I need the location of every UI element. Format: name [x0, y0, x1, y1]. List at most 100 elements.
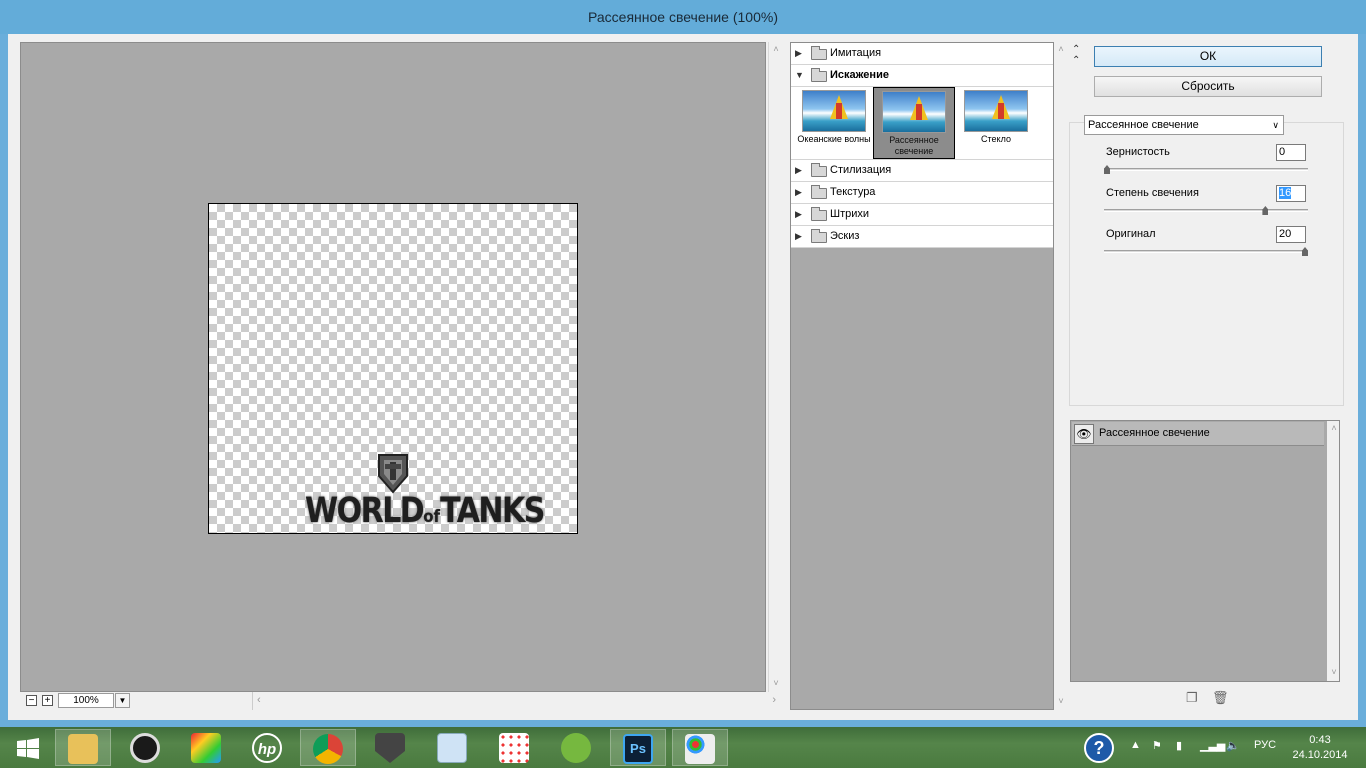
folder-icon [811, 229, 827, 243]
folder-icon [811, 163, 827, 177]
battery-icon[interactable]: ▮ [1176, 739, 1182, 752]
glow-amount-slider[interactable] [1104, 206, 1308, 215]
taskbar-world-of-tanks[interactable] [362, 729, 418, 766]
start-button[interactable] [0, 729, 56, 766]
action-center-flag-icon[interactable]: ⚑ [1152, 739, 1162, 752]
zoom-level-field[interactable]: 100% [58, 693, 114, 708]
thumbnail-image [882, 91, 946, 133]
collapse-triangle-icon[interactable]: ▼ [795, 65, 804, 86]
taskbar-paint[interactable] [672, 729, 728, 766]
clock-date: 24.10.2014 [1292, 749, 1348, 761]
graininess-slider[interactable] [1104, 165, 1308, 174]
thumb-ocean-ripple[interactable]: Океанские волны [793, 87, 875, 159]
preview-horizontal-scrollbar[interactable]: ‹ › [252, 692, 782, 710]
expand-triangle-icon[interactable]: ▶ [795, 182, 802, 203]
chrome-icon [313, 734, 343, 764]
category-stylize[interactable]: ▶ Стилизация [791, 160, 1053, 182]
folder-icon [811, 185, 827, 199]
collapse-gallery-icon[interactable]: ⌃ ⌃ [1072, 44, 1080, 66]
category-label: Искажение [830, 69, 889, 81]
new-effect-layer-icon[interactable]: ❐ [1186, 690, 1198, 706]
folder-icon [68, 734, 98, 764]
reset-button[interactable]: Сбросить [1094, 76, 1322, 97]
ok-button[interactable]: ОК [1094, 46, 1322, 67]
expand-triangle-icon[interactable]: ▶ [795, 226, 802, 247]
expand-triangle-icon[interactable]: ▶ [795, 43, 802, 64]
taskbar-colorful-app[interactable] [178, 729, 234, 766]
filter-thumbnails: Океанские волны Рассеянное свечение Стек… [791, 87, 1053, 160]
effect-layer-row[interactable]: 👁 Рассеянное свечение [1072, 422, 1324, 446]
graininess-field[interactable]: 0 [1276, 144, 1306, 161]
chevron-down-icon: ∨ [1272, 120, 1279, 130]
taskbar-monitor[interactable] [424, 729, 480, 766]
category-sketch[interactable]: ▶ Эскиз [791, 226, 1053, 248]
preview-area[interactable]: WORLDofTANKS [20, 42, 766, 692]
scroll-left-icon[interactable]: ‹ [257, 694, 261, 706]
taskbar-utorrent[interactable] [548, 729, 604, 766]
paint-palette-icon [685, 734, 715, 764]
scroll-down-icon[interactable]: ˅ [1329, 667, 1339, 677]
scroll-right-icon[interactable]: › [772, 694, 776, 706]
show-hidden-icons-icon[interactable]: ▲ [1130, 739, 1141, 751]
taskbar-photoshop[interactable]: Ps [610, 729, 666, 766]
slider-thumb[interactable] [1104, 165, 1110, 174]
folder-open-icon [811, 68, 827, 82]
clock-time: 0:43 [1309, 734, 1331, 746]
clear-amount-slider[interactable] [1104, 247, 1308, 256]
taskbar-media-player[interactable] [117, 729, 173, 766]
window-title: Рассеянное свечение (100%) [588, 9, 778, 25]
expand-triangle-icon[interactable]: ▶ [795, 204, 802, 225]
folder-icon [811, 207, 827, 221]
zoom-bar: − + 100% ▼ ‹ › [20, 692, 782, 710]
network-signal-icon[interactable]: ▁▃▅ [1200, 739, 1225, 752]
help-icon[interactable]: ? [1084, 733, 1114, 763]
zoom-out-button[interactable]: − [26, 695, 37, 706]
slider-thumb[interactable] [1262, 206, 1269, 215]
preview-canvas[interactable]: WORLDofTANKS [208, 203, 578, 534]
language-indicator[interactable]: РУС [1254, 739, 1276, 751]
taskbar-apps-grid[interactable] [486, 729, 542, 766]
graininess-label: Зернистость [1106, 146, 1170, 158]
volume-icon[interactable]: 🔈 [1226, 739, 1240, 752]
category-texture[interactable]: ▶ Текстура [791, 182, 1053, 204]
scroll-down-icon[interactable]: ˅ [771, 678, 781, 688]
taskbar-hp[interactable]: hp [239, 729, 295, 766]
taskbar: hp Ps ? ▲ ⚑ ▮ ▁▃▅ 🔈 РУС 0:43 24.10.2014 [0, 727, 1366, 768]
category-distortion[interactable]: ▼ Искажение [791, 65, 1053, 87]
scroll-up-icon[interactable]: ˄ [1329, 423, 1339, 433]
category-brush-strokes[interactable]: ▶ Штрихи [791, 204, 1053, 226]
thumb-glass[interactable]: Стекло [955, 87, 1037, 159]
photoshop-icon: Ps [623, 734, 653, 764]
taskbar-chrome[interactable] [300, 729, 356, 766]
expand-triangle-icon[interactable]: ▶ [795, 160, 802, 181]
scroll-down-icon[interactable]: ˅ [1056, 696, 1066, 706]
filter-gallery: ▶ Имитация ▼ Искажение Океанские волны Р… [790, 42, 1054, 710]
clear-amount-field[interactable]: 20 [1276, 226, 1306, 243]
gallery-scrollbar[interactable]: ˄ ˅ [1054, 42, 1066, 710]
windows-logo-icon [17, 738, 39, 759]
thumbnail-image [802, 90, 866, 132]
scroll-up-icon[interactable]: ˄ [771, 44, 781, 54]
glow-amount-field[interactable]: 16 [1276, 185, 1306, 202]
filter-dialog: WORLDofTANKS ˄ ˅ − + 100% ▼ ‹ › ▶ Имитац… [8, 34, 1358, 720]
slider-thumb[interactable] [1302, 247, 1308, 256]
eye-icon[interactable]: 👁 [1074, 424, 1094, 444]
thumb-diffuse-glow[interactable]: Рассеянное свечение [873, 87, 955, 159]
scroll-up-icon[interactable]: ˄ [1056, 44, 1066, 54]
zoom-in-button[interactable]: + [42, 695, 53, 706]
tank-emblem-icon [375, 733, 405, 763]
utorrent-icon [561, 733, 591, 763]
system-clock[interactable]: 0:43 24.10.2014 [1290, 733, 1350, 763]
preview-vertical-scrollbar[interactable]: ˄ ˅ [768, 42, 782, 692]
filter-select[interactable]: Рассеянное свечение ∨ [1084, 115, 1284, 135]
category-label: Стилизация [830, 164, 892, 176]
layers-scrollbar[interactable]: ˄ ˅ [1327, 421, 1339, 681]
trash-icon[interactable]: 🗑 [1212, 690, 1229, 706]
effect-layers-panel: 👁 Рассеянное свечение ˄ ˅ [1070, 420, 1340, 682]
filter-select-value: Рассеянное свечение [1088, 119, 1199, 131]
window-title-bar[interactable]: Рассеянное свечение (100%) [0, 0, 1366, 34]
clear-amount-label: Оригинал [1106, 228, 1156, 240]
taskbar-file-explorer[interactable] [55, 729, 111, 766]
zoom-dropdown-chevron-icon[interactable]: ▼ [115, 693, 130, 708]
category-imitation[interactable]: ▶ Имитация [791, 43, 1053, 65]
